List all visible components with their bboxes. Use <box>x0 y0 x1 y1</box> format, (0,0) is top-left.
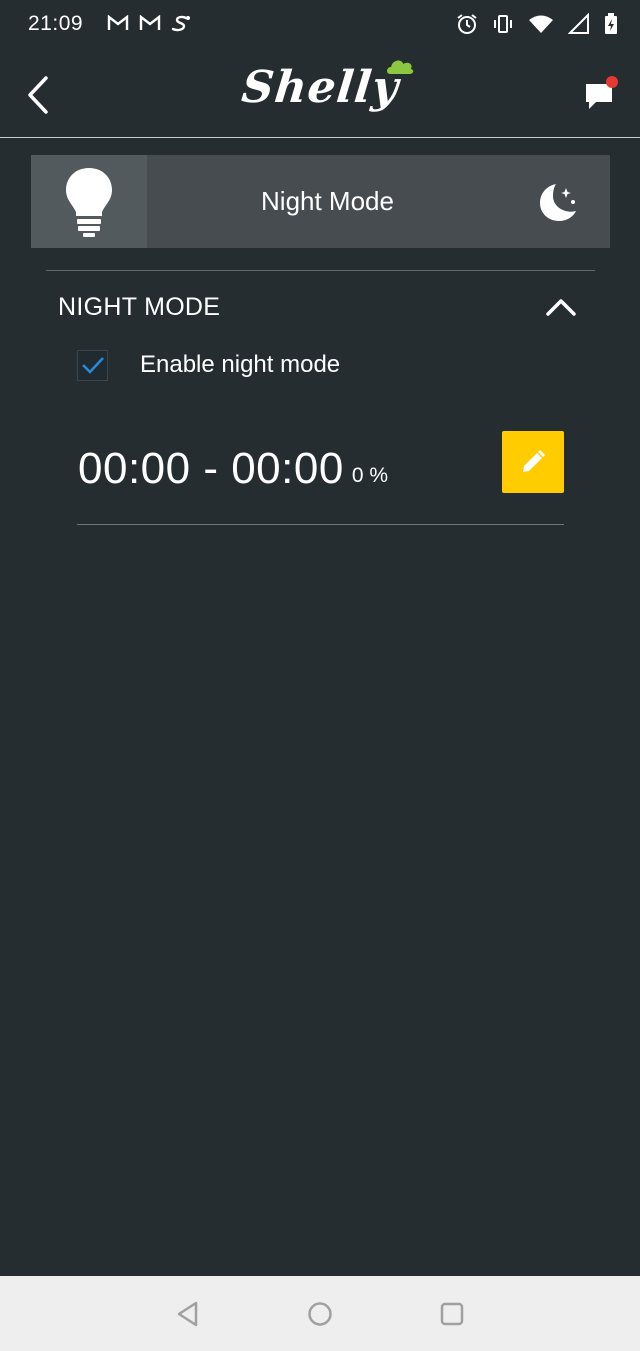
logo-text: Shelly <box>238 62 402 113</box>
recents-square-icon <box>440 1302 464 1325</box>
night-mode-section-header[interactable]: NIGHT MODE <box>46 271 595 343</box>
nav-home-button[interactable] <box>304 1298 336 1330</box>
night-mode-section: NIGHT MODE Enable night mode 00:00 - 00:… <box>46 270 595 525</box>
nav-recents-button[interactable] <box>436 1298 468 1330</box>
enable-night-mode-row: Enable night mode <box>46 343 595 387</box>
cell-signal-icon <box>568 13 589 34</box>
section-title: NIGHT MODE <box>58 292 221 321</box>
edit-schedule-button[interactable] <box>502 431 564 493</box>
checkmark-icon <box>81 357 104 374</box>
back-triangle-icon <box>177 1301 198 1326</box>
chat-button[interactable] <box>582 74 622 114</box>
wifi-icon <box>529 15 553 33</box>
alarm-icon <box>457 14 477 34</box>
tile-title: Night Mode <box>261 186 394 216</box>
status-time: 21:09 <box>28 12 84 35</box>
chevron-up-icon <box>546 299 576 316</box>
moon-stars-icon <box>540 183 576 221</box>
chat-bubble-icon <box>586 76 618 109</box>
enable-night-mode-label: Enable night mode <box>140 351 341 378</box>
status-bar: 21:09 <box>0 0 640 48</box>
enable-night-mode-checkbox[interactable] <box>77 349 108 381</box>
schedule-time-range: 00:00 - 00:00 <box>78 444 344 493</box>
schedule-brightness: 0 % <box>351 464 389 487</box>
schedule-divider <box>77 524 564 525</box>
shelly-logo: Shelly <box>0 60 640 113</box>
tile-moon <box>528 172 588 232</box>
schedule-row: 00:00 - 00:00 0 % <box>78 429 564 493</box>
pencil-icon <box>523 449 546 472</box>
nav-back-button[interactable] <box>172 1298 204 1330</box>
gmail-icon <box>139 15 161 30</box>
lightbulb-icon <box>66 167 112 237</box>
battery-charging-icon <box>605 13 617 34</box>
device-icon-box <box>31 155 147 248</box>
vibrate-icon <box>494 15 512 33</box>
system-nav-bar <box>0 1276 640 1351</box>
home-circle-icon <box>308 1301 332 1326</box>
cloud-icon <box>386 60 413 74</box>
gmail-icon <box>107 15 129 30</box>
app-bar: Shelly <box>0 48 640 138</box>
shelly-notification-icon <box>171 15 191 32</box>
device-tile[interactable]: Night Mode <box>31 155 610 248</box>
